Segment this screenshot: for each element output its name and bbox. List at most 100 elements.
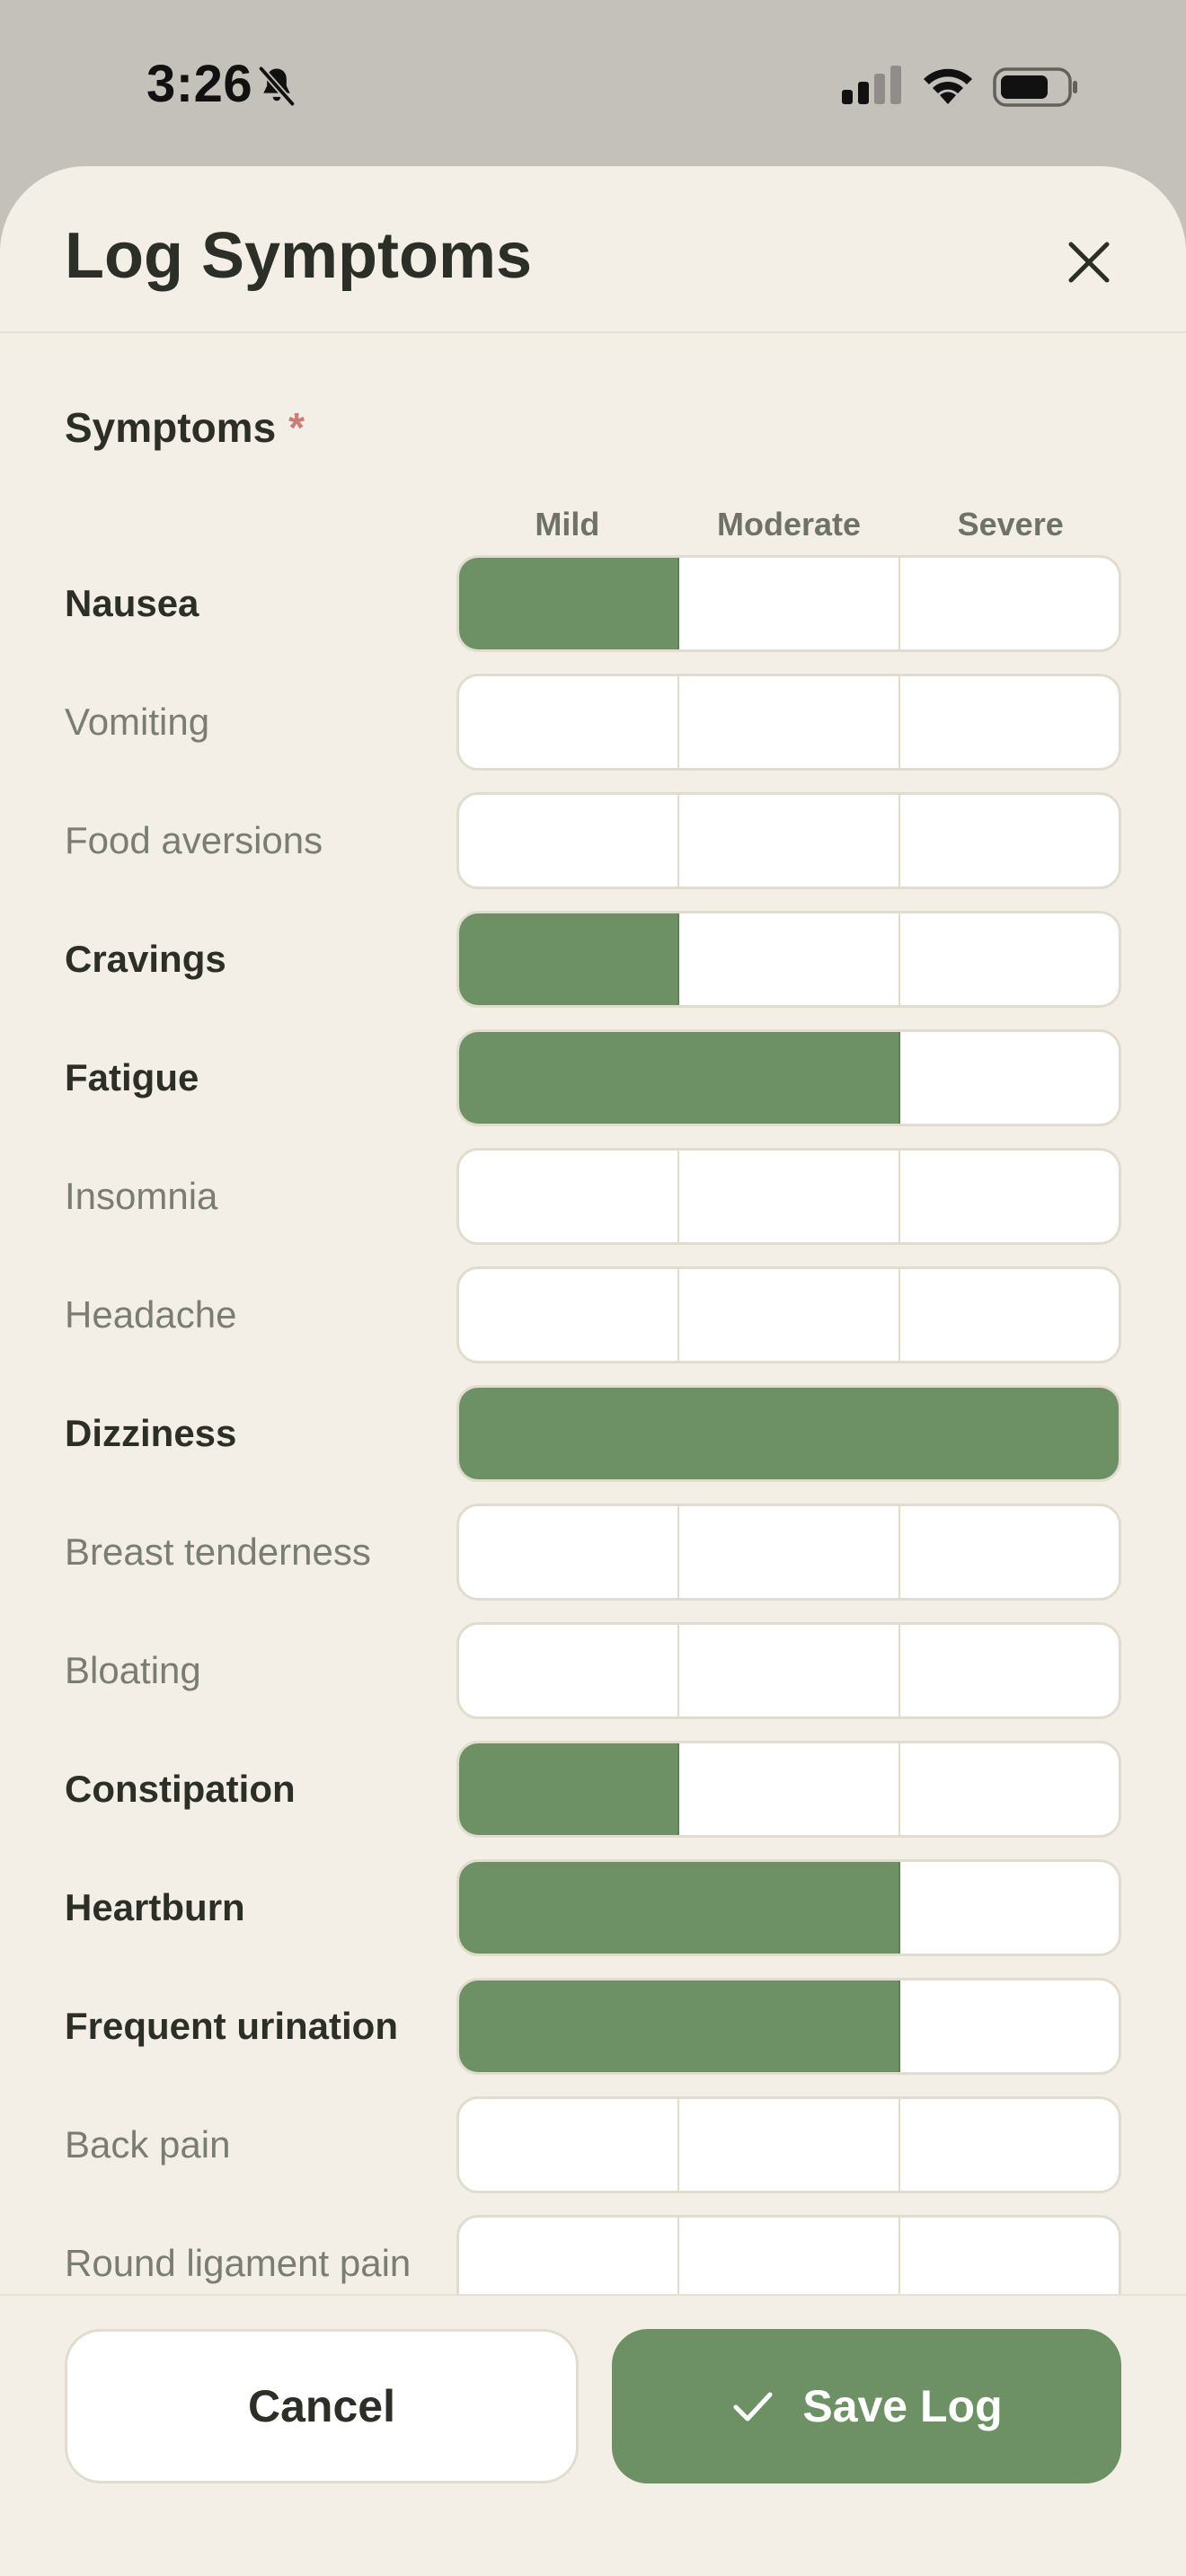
severity-option-severe[interactable] [900, 1743, 1119, 1835]
severity-option-moderate[interactable] [679, 1981, 900, 2072]
severity-option-moderate[interactable] [679, 913, 900, 1005]
severity-selector [456, 1504, 1121, 1601]
severity-header-mild: Mild [535, 506, 600, 543]
symptoms-section-label: Symptoms * [65, 407, 305, 448]
severity-selector [456, 792, 1121, 889]
log-symptoms-sheet: Log Symptoms Symptoms * Mild Moderate Sev… [0, 166, 1186, 2576]
symptom-row: Insomnia [0, 1148, 1186, 1247]
severity-option-mild[interactable] [459, 1032, 680, 1124]
severity-option-moderate[interactable] [679, 1506, 900, 1598]
severity-selector [456, 1029, 1121, 1126]
severity-selector [456, 1148, 1121, 1245]
severity-option-mild[interactable] [459, 1743, 680, 1835]
symptom-row: Heartburn [0, 1859, 1186, 1958]
battery-icon [993, 67, 1077, 107]
severity-option-severe[interactable] [900, 913, 1119, 1005]
severity-column-headers: Mild Moderate Severe [456, 502, 1121, 547]
save-log-button[interactable]: Save Log [612, 2329, 1121, 2483]
wifi-icon [924, 68, 972, 104]
required-marker: * [288, 404, 305, 451]
severity-option-moderate[interactable] [679, 558, 900, 649]
cellular-signal-icon [842, 66, 901, 104]
severity-option-severe[interactable] [900, 1506, 1119, 1598]
severity-option-moderate[interactable] [679, 676, 900, 768]
severity-option-severe[interactable] [900, 1269, 1119, 1361]
severity-option-severe[interactable] [900, 558, 1119, 649]
symptom-row: Cravings [0, 911, 1186, 1010]
symptom-row: Vomiting [0, 674, 1186, 772]
severity-option-moderate[interactable] [679, 1743, 900, 1835]
severity-selector [456, 2096, 1121, 2193]
severity-option-severe[interactable] [900, 1981, 1119, 2072]
symptom-row: Constipation [0, 1741, 1186, 1839]
sheet-footer: Cancel Save Log [0, 2294, 1186, 2576]
severity-header-moderate: Moderate [716, 506, 862, 543]
symptom-row: Frequent urination [0, 1978, 1186, 2077]
severity-option-mild[interactable] [459, 1269, 680, 1361]
severity-option-severe[interactable] [899, 1388, 1119, 1479]
save-log-label: Save Log [802, 2381, 1003, 2431]
severity-option-moderate[interactable] [679, 1388, 900, 1479]
close-button[interactable] [1060, 234, 1118, 291]
severity-option-mild[interactable] [459, 558, 680, 649]
status-time: 3:26 [146, 55, 253, 113]
symptom-label: Nausea [65, 582, 199, 624]
severity-option-moderate[interactable] [679, 2099, 900, 2191]
symptom-label: Breast tenderness [65, 1531, 371, 1573]
symptom-label: Insomnia [65, 1175, 218, 1217]
sheet-title: Log Symptoms [65, 220, 533, 292]
symptom-row: Back pain [0, 2096, 1186, 2195]
severity-option-moderate[interactable] [679, 1032, 900, 1124]
severity-option-severe[interactable] [900, 2099, 1119, 2191]
symptom-row: Headache [0, 1266, 1186, 1365]
severity-selector [456, 1741, 1121, 1838]
symptom-label: Food aversions [65, 819, 323, 861]
severity-option-moderate[interactable] [679, 795, 900, 887]
severity-selector [456, 911, 1121, 1008]
severity-option-moderate[interactable] [679, 1151, 900, 1242]
bell-slash-icon [258, 66, 296, 106]
severity-option-mild[interactable] [459, 1981, 680, 2072]
status-bar: 3:26 [0, 0, 1186, 166]
cancel-button[interactable]: Cancel [65, 2329, 579, 2483]
symptom-row: Nausea [0, 555, 1186, 654]
severity-option-mild[interactable] [459, 1506, 680, 1598]
severity-option-severe[interactable] [900, 1032, 1119, 1124]
symptom-label: Bloating [65, 1649, 201, 1691]
symptom-label: Frequent urination [65, 2005, 398, 2047]
severity-option-severe[interactable] [900, 1862, 1119, 1954]
symptom-label: Headache [65, 1293, 237, 1336]
symptom-label: Constipation [65, 1768, 296, 1810]
severity-selector [456, 1859, 1121, 1956]
sheet-header: Log Symptoms [0, 166, 1186, 333]
symptom-label: Fatigue [65, 1056, 199, 1098]
severity-option-mild[interactable] [459, 1862, 680, 1954]
symptom-row: Fatigue [0, 1029, 1186, 1128]
severity-option-mild[interactable] [459, 795, 680, 887]
symptom-label: Vomiting [65, 701, 210, 743]
symptom-row: Food aversions [0, 792, 1186, 891]
close-icon [1068, 242, 1110, 283]
symptoms-label: Symptoms [65, 404, 277, 451]
severity-option-mild[interactable] [459, 676, 680, 768]
symptom-label: Back pain [65, 2123, 231, 2166]
severity-option-mild[interactable] [459, 1388, 680, 1479]
severity-option-mild[interactable] [459, 2099, 680, 2191]
symptom-row: Dizziness [0, 1385, 1186, 1484]
severity-option-mild[interactable] [459, 1625, 680, 1716]
severity-option-severe[interactable] [900, 676, 1119, 768]
severity-header-severe: Severe [957, 506, 1064, 543]
severity-option-mild[interactable] [459, 1151, 680, 1242]
severity-option-moderate[interactable] [679, 1625, 900, 1716]
severity-option-mild[interactable] [459, 913, 680, 1005]
symptom-row: Breast tenderness [0, 1504, 1186, 1602]
severity-selector [456, 1385, 1121, 1482]
severity-option-severe[interactable] [900, 1151, 1119, 1242]
severity-option-moderate[interactable] [679, 1269, 900, 1361]
symptom-label: Heartburn [65, 1886, 245, 1928]
symptom-row: Bloating [0, 1622, 1186, 1721]
severity-option-moderate[interactable] [679, 1862, 900, 1954]
severity-option-severe[interactable] [900, 1625, 1119, 1716]
severity-option-severe[interactable] [900, 795, 1119, 887]
symptom-label: Dizziness [65, 1412, 237, 1454]
